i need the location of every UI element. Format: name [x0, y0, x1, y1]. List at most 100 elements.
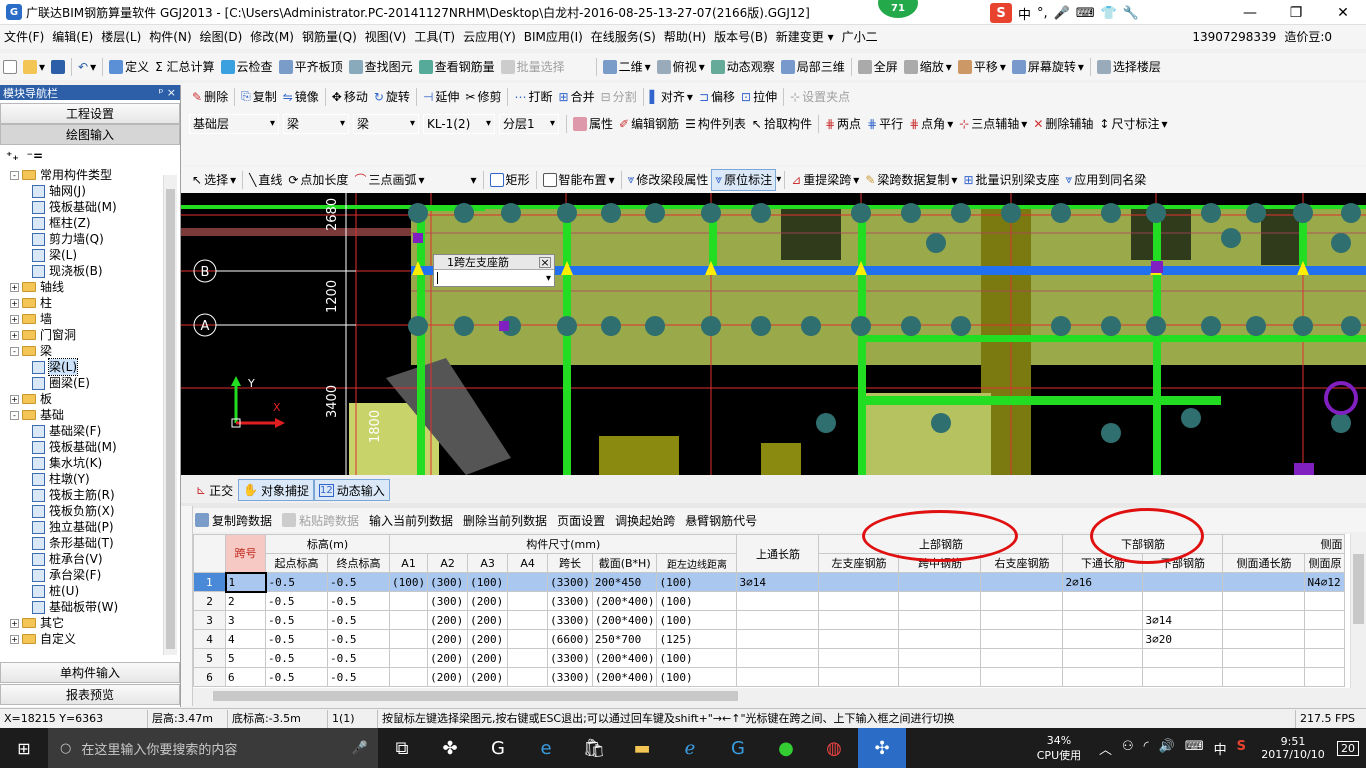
grid-cell[interactable] [980, 648, 1064, 668]
grid-cell[interactable] [1062, 591, 1144, 611]
grid-cell[interactable]: 4 [225, 629, 266, 649]
popup-input[interactable]: ▾ [434, 269, 554, 286]
grid-hscrollbar[interactable] [193, 688, 1350, 704]
keyboard-icon[interactable]: ⌨ [1185, 739, 1204, 758]
tree-node[interactable]: 筏板基础(M) [10, 199, 180, 215]
delete-button[interactable]: ✎ 删除 [189, 86, 231, 108]
move-button[interactable]: ✥ 移动 [329, 86, 371, 108]
tree-node[interactable]: + 自定义 [10, 631, 180, 647]
page-settings-button[interactable]: 页面设置 [557, 512, 605, 529]
grid-cell[interactable]: (200*400) [591, 667, 658, 687]
grid-cell[interactable]: (200*400) [591, 610, 658, 630]
new-file-icon[interactable] [0, 56, 20, 78]
input-lang[interactable]: 中 [1214, 739, 1227, 758]
sub-header-cell[interactable]: 截面(B*H) [591, 553, 658, 573]
menu-online[interactable]: 在线服务(S) [587, 26, 660, 48]
menu-floor[interactable]: 楼层(L) [97, 26, 145, 48]
grid-cell[interactable]: -0.5 [327, 667, 390, 687]
tree-scrollbar[interactable] [163, 175, 177, 655]
dynamic-input-toggle[interactable]: 12 动态输入 [314, 479, 390, 501]
report-preview-button[interactable]: 报表预览 [0, 684, 180, 705]
2d-dropdown[interactable]: 二维 ▾ [600, 56, 654, 78]
tree-node[interactable]: 基础板带(W) [10, 599, 180, 615]
ortho-toggle[interactable]: ⊾ 正交 [191, 479, 238, 501]
pan-dropdown[interactable]: 平移 ▾ [955, 56, 1009, 78]
grid-cell[interactable] [1062, 629, 1144, 649]
grid-cell[interactable]: -0.5 [265, 572, 328, 592]
drawing-canvas[interactable]: B A 2680 1200 3400 1800 Y X 1跨左支座筋 × ▾ [181, 193, 1366, 475]
break-button[interactable]: ⋯ 打断 [511, 86, 555, 108]
grid-cell[interactable]: -0.5 [265, 648, 328, 668]
grid-cell[interactable]: (100) [656, 648, 738, 668]
keyboard-icon[interactable]: ⌨ [1076, 6, 1095, 21]
rectangle-button[interactable]: 矩形 [487, 169, 533, 191]
grid-cell[interactable] [388, 648, 429, 668]
point-angle-dropdown[interactable]: ⋕ 点角 ▾ [906, 113, 956, 135]
re-extract-span-dropdown[interactable]: ⊿ 重提梁跨 ▾ [788, 169, 862, 191]
grid-cell[interactable]: -0.5 [265, 629, 328, 649]
sogou-icon[interactable]: S [990, 3, 1012, 23]
grid-cell[interactable] [1304, 591, 1346, 611]
grid-cell[interactable] [736, 610, 820, 630]
save-icon[interactable] [48, 56, 68, 78]
grid-cell[interactable] [507, 667, 549, 687]
type-select[interactable]: 梁 [353, 113, 419, 134]
close-button[interactable]: ✕ [1320, 0, 1366, 25]
tree-node[interactable]: 桩(U) [10, 583, 180, 599]
store-icon[interactable]: 🛍 [570, 728, 618, 768]
table-row[interactable]: 2 2 -0.5 -0.5 (300) (200) (3300) (200*400) (100) [193, 591, 1346, 611]
sub-header-cell[interactable]: 起点标高 [265, 553, 328, 573]
table-row[interactable]: 4 4 -0.5 -0.5 (200) (200) (6600) 250*700 (125) 3⌀… [193, 629, 1346, 649]
sub-header-cell[interactable]: 距左边线距离 [656, 553, 738, 573]
project-settings-button[interactable]: 工程设置 [0, 103, 180, 124]
table-row[interactable]: 1 1 -0.5 -0.5 (100) (300) (100) (3300) 200*450 (1… [193, 571, 1346, 593]
member-select[interactable]: KL-1(2) [423, 113, 495, 134]
grid-cell[interactable]: (200) [467, 610, 509, 630]
edit-rebar-button[interactable]: ✐ 编辑钢筋 [616, 113, 682, 135]
point-length-button[interactable]: ⟳ 点加长度 [285, 169, 351, 191]
cad-drawing[interactable]: B A 2680 1200 3400 1800 Y X [181, 193, 1366, 475]
grid-cell[interactable]: 1 [224, 571, 267, 593]
grid-cell[interactable]: (6600) [547, 629, 593, 649]
popup-close-button[interactable]: × [539, 256, 551, 268]
mic-icon[interactable]: 🎤 [1054, 6, 1070, 21]
grid-cell[interactable]: (3300) [547, 667, 593, 687]
grid-cell[interactable] [1222, 667, 1306, 687]
two-point-button[interactable]: ⋕ 两点 [822, 113, 864, 135]
align-slab-top-button[interactable]: 平齐板顶 [276, 56, 346, 78]
menu-rebar[interactable]: 钢筋量(Q) [298, 26, 361, 48]
grid-cell[interactable] [507, 629, 549, 649]
restore-button[interactable]: ❐ [1273, 0, 1319, 25]
mirror-button[interactable]: ⇋ 镜像 [280, 86, 322, 108]
ie-icon[interactable]: ℯ [666, 728, 714, 768]
find-element-button[interactable]: 查找图元 [346, 56, 416, 78]
cpu-monitor[interactable]: 34% CPU使用 [1029, 734, 1089, 763]
tree-node[interactable]: 圈梁(E) [10, 375, 180, 391]
in-situ-annotation-dropdown[interactable]: ⩔ 原位标注 [711, 168, 777, 191]
tray-chevron-icon[interactable]: ︿ [1099, 739, 1112, 758]
grid-cell[interactable]: -0.5 [265, 591, 328, 611]
tree-node[interactable]: 轴网(J) [10, 183, 180, 199]
grid-cell[interactable] [898, 629, 982, 649]
align-dropdown[interactable]: ▌ 对齐 ▾ [647, 86, 696, 108]
grid-cell[interactable]: -0.5 [327, 648, 390, 668]
tree-node[interactable]: - 常用构件类型 [10, 167, 180, 183]
grid-cell[interactable] [1304, 610, 1346, 630]
grid-cell[interactable]: (100) [388, 572, 429, 592]
grid-cell[interactable]: (200) [427, 629, 469, 649]
tree-node[interactable]: + 墙 [10, 311, 180, 327]
table-row[interactable]: 6 6 -0.5 -0.5 (200) (200) (3300) (200*400) (100) [193, 667, 1346, 687]
glodon-icon[interactable]: G [714, 728, 762, 768]
grid-cell[interactable] [1222, 629, 1306, 649]
batch-identify-support-button[interactable]: ⊞ 批量识别梁支座 [960, 169, 1062, 191]
menu-guangxiaoer[interactable]: 广小二 [838, 26, 882, 48]
three-point-axis-dropdown[interactable]: ⊹ 三点辅轴 ▾ [956, 113, 1030, 135]
top-view-dropdown[interactable]: 俯视 ▾ [654, 56, 708, 78]
grid-cell[interactable] [388, 610, 429, 630]
grid-cell[interactable] [1142, 667, 1224, 687]
grid-cell[interactable] [980, 591, 1064, 611]
category-select[interactable]: 梁 [283, 113, 349, 134]
tree-node[interactable]: 桩承台(V) [10, 551, 180, 567]
menu-tools[interactable]: 工具(T) [410, 26, 459, 48]
menu-file[interactable]: 文件(F) [0, 26, 48, 48]
